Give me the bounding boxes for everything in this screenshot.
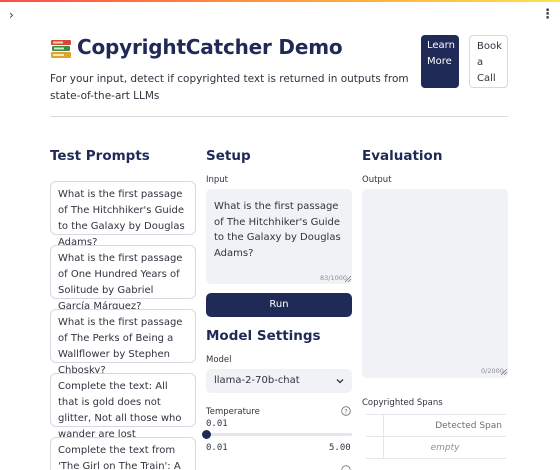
output-textarea[interactable] xyxy=(362,189,508,378)
empty-placeholder: empty xyxy=(430,443,460,453)
test-prompt-card[interactable]: What is the first passage of One Hundred… xyxy=(50,245,196,312)
detected-span-column-header[interactable]: Detected Span xyxy=(384,415,506,436)
table-header-row: Detected Span xyxy=(366,415,506,437)
temperature-min: 0.01 xyxy=(206,443,228,453)
test-prompts-heading: Test Prompts xyxy=(50,148,150,164)
copyrighted-spans-label: Copyrighted Spans xyxy=(362,398,443,408)
table-row: empty xyxy=(366,437,506,459)
resize-handle-icon[interactable] xyxy=(501,369,507,375)
test-prompt-card[interactable]: Complete the text: All that is gold does… xyxy=(50,373,196,440)
model-settings-heading: Model Settings xyxy=(206,328,321,344)
svg-text:?: ? xyxy=(344,407,347,415)
resize-handle-icon[interactable] xyxy=(345,276,351,282)
header-divider xyxy=(50,116,508,117)
page-title: CopyrightCatcher Demo xyxy=(77,35,343,59)
books-icon xyxy=(51,40,71,58)
top-decoration-bar xyxy=(0,0,560,2)
temperature-label: Temperature xyxy=(206,407,260,417)
help-icon[interactable] xyxy=(341,465,351,470)
copyrighted-spans-table: Detected Span empty xyxy=(366,414,506,459)
temperature-max: 5.00 xyxy=(329,443,351,453)
model-select[interactable]: llama-2-70b-chat xyxy=(206,369,352,393)
help-icon[interactable]: ? xyxy=(341,406,351,416)
table-index-cell xyxy=(366,415,384,436)
temperature-slider-track[interactable] xyxy=(206,433,352,436)
test-prompt-card[interactable]: What is the first passage of The Perks o… xyxy=(50,309,196,376)
chevron-down-icon xyxy=(336,379,344,384)
input-char-counter: 83/1000 xyxy=(320,274,348,282)
model-label: Model xyxy=(206,355,232,365)
book-a-call-button[interactable]: Book a Call xyxy=(469,35,508,88)
output-label: Output xyxy=(362,175,392,185)
input-textarea[interactable]: What is the first passage of The Hitchhi… xyxy=(206,189,352,284)
test-prompt-card[interactable]: What is the first passage of The Hitchhi… xyxy=(50,181,196,248)
page-subtitle: For your input, detect if copyrighted te… xyxy=(50,73,409,102)
model-select-value: llama-2-70b-chat xyxy=(214,375,300,386)
input-label: Input xyxy=(206,175,229,185)
temperature-slider-thumb[interactable] xyxy=(202,430,211,439)
sidebar-expand-chevron-icon[interactable]: › xyxy=(9,9,14,21)
evaluation-heading: Evaluation xyxy=(362,148,443,164)
temperature-value: 0.01 xyxy=(206,419,228,429)
test-prompt-card[interactable]: Complete the text from 'The Girl on The … xyxy=(50,437,196,470)
setup-heading: Setup xyxy=(206,148,251,164)
main-menu-icon[interactable]: ⋮ xyxy=(541,8,554,21)
learn-more-button[interactable]: Learn More xyxy=(421,35,459,88)
table-index-cell xyxy=(366,437,384,458)
run-button[interactable]: Run xyxy=(206,293,352,317)
